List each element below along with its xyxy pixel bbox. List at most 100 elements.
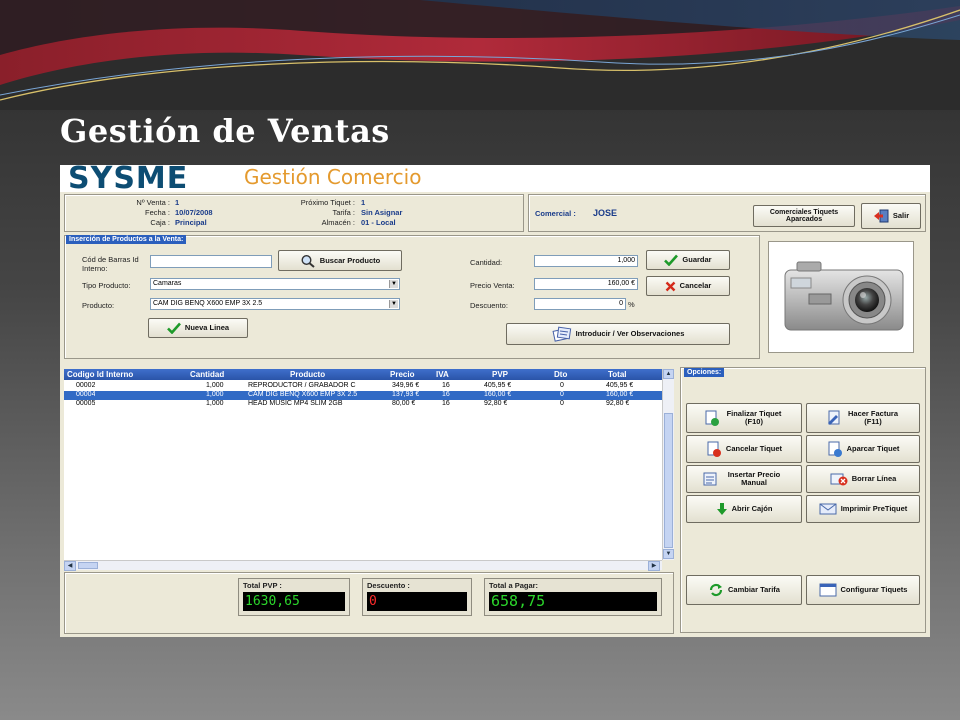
tarifa-value: Sin Asignar: [361, 208, 403, 217]
cancelar-tiquet-label: Cancelar Tiquet: [725, 444, 783, 454]
codigo-barras-input[interactable]: [150, 255, 272, 268]
cell-producto: CAM DIG BENQ X600 EMP 3X 2.5: [248, 391, 358, 398]
col-codigo[interactable]: Codigo Id Interno: [67, 370, 133, 379]
num-venta-label: Nº Venta :: [136, 198, 170, 207]
descuento-input[interactable]: 0: [534, 298, 626, 310]
scroll-thumb[interactable]: [664, 413, 673, 548]
scroll-left-icon[interactable]: ◀: [64, 561, 76, 571]
col-precio[interactable]: Precio: [390, 370, 414, 379]
fecha-value: 10/07/2008: [175, 208, 213, 217]
insertar-precio-manual-button[interactable]: Insertar Precio Manual: [686, 465, 802, 493]
magnifier-icon: [301, 254, 315, 268]
salir-button[interactable]: Salir: [861, 203, 921, 229]
cell-cantidad: 1,000: [206, 382, 224, 389]
guardar-label: Guardar: [682, 255, 712, 265]
cambiar-tarifa-button[interactable]: Cambiar Tarifa: [686, 575, 802, 605]
cantidad-label: Cantidad:: [470, 258, 503, 267]
col-iva[interactable]: IVA: [436, 370, 449, 379]
scroll-up-icon[interactable]: ▲: [663, 369, 674, 379]
chevron-down-icon[interactable]: ▼: [389, 300, 398, 308]
configurar-tiquets-label: Configurar Tiquets: [840, 585, 908, 595]
cell-pvp: 405,95 €: [484, 382, 512, 389]
close-icon: [665, 281, 676, 291]
checkmark-icon: [664, 254, 679, 266]
insertar-precio-manual-label: Insertar Precio Manual: [727, 470, 781, 487]
header-swoosh-decoration: [0, 0, 960, 110]
hacer-factura-button[interactable]: Hacer Factura (F11): [806, 403, 920, 433]
col-cantidad[interactable]: Cantidad: [190, 370, 224, 379]
imprimir-pretiquet-button[interactable]: Imprimir PreTiquet: [806, 495, 920, 523]
table-row[interactable]: 00005 1,000 HEAD MUSIC MP4 SLIM 2GB 80,0…: [64, 400, 662, 409]
borrar-linea-button[interactable]: Borrar Línea: [806, 465, 920, 493]
num-venta-value: 1: [175, 198, 180, 207]
producto-select[interactable]: CAM DIG BENQ X600 EMP 3X 2.5 ▼: [150, 298, 400, 310]
checkmark-icon: [166, 322, 181, 334]
sysme-app-window: SYSME Gestión Comercio Nº Venta : 1 Fech…: [60, 165, 930, 637]
hacer-factura-label: Hacer Factura (F11): [847, 409, 899, 426]
scroll-down-icon[interactable]: ▼: [663, 549, 674, 559]
nueva-linea-button[interactable]: Nueva Linea: [148, 318, 248, 338]
sales-grid-header: Codigo Id Interno Cantidad Producto Prec…: [64, 369, 662, 380]
cantidad-input[interactable]: 1,000: [534, 255, 638, 267]
imprimir-pretiquet-label: Imprimir PreTiquet: [840, 504, 908, 514]
cell-producto: HEAD MUSIC MP4 SLIM 2GB: [248, 400, 343, 407]
comercial-value: JOSE: [593, 208, 618, 218]
table-row[interactable]: 00004 1,000 CAM DIG BENQ X600 EMP 3X 2.5…: [64, 391, 662, 400]
scroll-right-icon[interactable]: ▶: [648, 561, 660, 571]
configurar-tiquets-button[interactable]: Configurar Tiquets: [806, 575, 920, 605]
finalizar-tiquet-button[interactable]: Finalizar Tiquet (F10): [686, 403, 802, 433]
cell-cantidad: 1,000: [206, 391, 224, 398]
total-pagar-display: 658,75: [489, 592, 657, 611]
delete-line-icon: [830, 473, 848, 486]
finalizar-tiquet-label: Finalizar Tiquet (F10): [726, 409, 782, 426]
cell-precio: 80,00 €: [392, 400, 416, 407]
abrir-cajon-button[interactable]: Abrir Cajón: [686, 495, 802, 523]
exit-door-icon: [873, 209, 889, 223]
chevron-down-icon[interactable]: ▼: [389, 280, 398, 288]
almacen-value: 01 - Local: [361, 218, 396, 227]
comerciales-tiquets-aparcados-button[interactable]: Comerciales Tiquets Aparcados: [753, 205, 855, 227]
precio-venta-input[interactable]: 160,00 €: [534, 278, 638, 290]
comercial-panel: Comercial : JOSE Comerciales Tiquets Apa…: [528, 194, 926, 232]
fecha-label: Fecha :: [144, 208, 170, 217]
descuento-label: Descuento:: [470, 301, 508, 310]
observaciones-label: Introducir / Ver Observaciones: [575, 329, 685, 339]
comerciales-button-label: Comerciales Tiquets Aparcados: [769, 208, 839, 223]
cancelar-tiquet-button[interactable]: Cancelar Tiquet: [686, 435, 802, 463]
table-row[interactable]: 00002 1,000 REPRODUCTOR / GRABADOR C 349…: [64, 382, 662, 391]
col-pvp[interactable]: PVP: [492, 370, 508, 379]
total-pagar-label: Total a Pagar:: [489, 581, 539, 590]
grid-horizontal-scrollbar[interactable]: ◀ ▶: [64, 560, 662, 571]
cell-cantidad: 1,000: [206, 400, 224, 407]
proximo-tiquet-label: Próximo Tiquet :: [300, 198, 355, 207]
guardar-button[interactable]: Guardar: [646, 250, 730, 270]
sale-info-panel: Nº Venta : 1 Fecha : 10/07/2008 Caja : P…: [64, 194, 524, 232]
brand-subtitle: Gestión Comercio: [244, 165, 422, 189]
tipo-producto-select[interactable]: Camaras ▼: [150, 278, 400, 290]
descuento-total-box: Descuento : 0: [362, 578, 472, 616]
descuento-total-label: Descuento :: [367, 581, 410, 590]
percent-unit: %: [628, 300, 635, 309]
col-producto[interactable]: Producto: [290, 370, 325, 379]
hscroll-thumb[interactable]: [78, 562, 98, 569]
tarifa-label: Tarifa :: [332, 208, 355, 217]
buscar-producto-button[interactable]: Buscar Producto: [278, 250, 402, 271]
cancelar-button[interactable]: Cancelar: [646, 276, 730, 296]
col-dto[interactable]: Dto: [554, 370, 567, 379]
slide-title: Gestión de Ventas: [60, 112, 390, 150]
observaciones-button[interactable]: Introducir / Ver Observaciones: [506, 323, 730, 345]
cell-pvp: 92,80 €: [484, 400, 508, 407]
borrar-linea-label: Borrar Línea: [851, 474, 897, 484]
aparcar-tiquet-button[interactable]: Aparcar Tiquet: [806, 435, 920, 463]
print-pre-ticket-icon: [819, 503, 837, 515]
col-total[interactable]: Total: [608, 370, 627, 379]
insert-section-title: Inserción de Productos a la Venta:: [66, 235, 187, 244]
cell-total: 160,00 €: [606, 391, 634, 398]
cell-iva: 16: [442, 391, 450, 398]
configure-window-icon: [819, 583, 837, 597]
cell-dto: 0: [560, 400, 564, 407]
finalize-ticket-icon: [705, 410, 719, 426]
grid-vertical-scrollbar[interactable]: ▲ ▼: [662, 369, 674, 560]
cell-codigo: 00005: [76, 400, 96, 407]
cambiar-tarifa-label: Cambiar Tarifa: [728, 585, 780, 595]
